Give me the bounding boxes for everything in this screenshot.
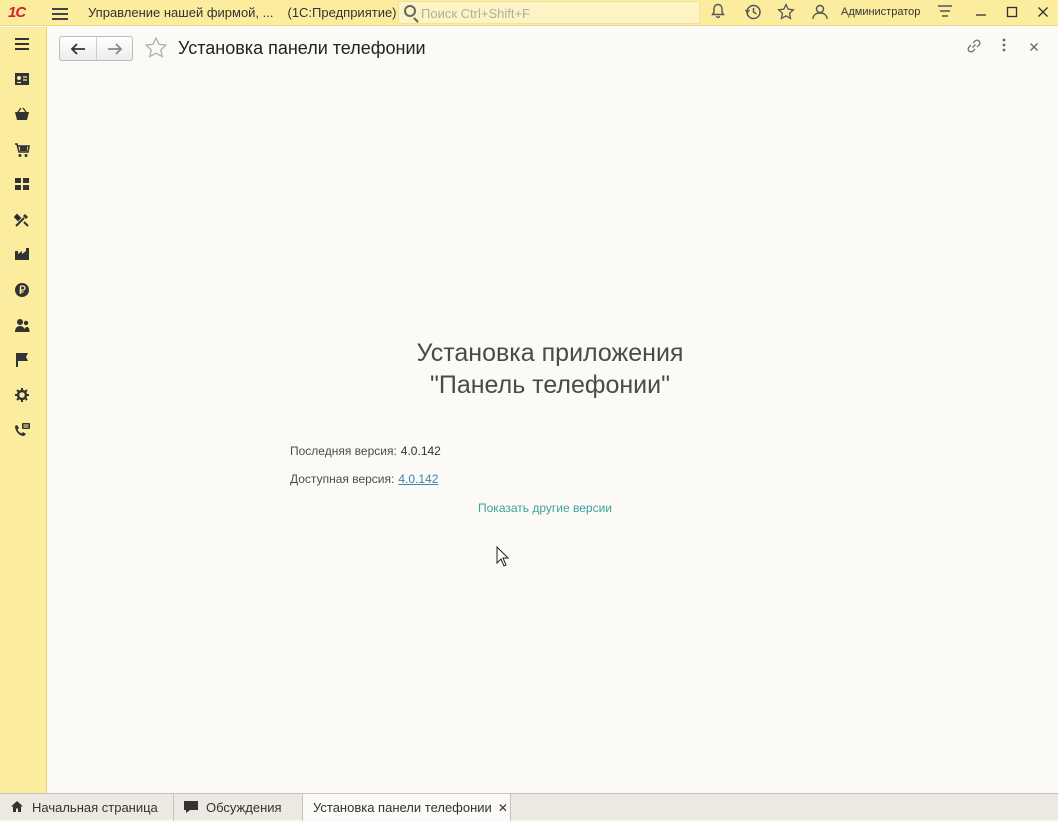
purchases-icon[interactable]	[12, 142, 32, 162]
chat-icon	[182, 794, 200, 821]
flag-icon[interactable]	[12, 352, 32, 372]
close-window-icon[interactable]	[1034, 3, 1052, 23]
tab-telephony-install[interactable]: Установка панели телефонии ✕	[303, 794, 511, 821]
search-icon	[404, 5, 416, 17]
heading-line-1: Установка приложения	[416, 339, 684, 367]
home-icon	[8, 794, 26, 821]
search-box[interactable]	[398, 1, 700, 24]
latest-version-label: Последняя версия:	[290, 444, 397, 458]
minimize-icon[interactable]	[972, 3, 990, 23]
mouse-cursor-icon	[496, 545, 510, 573]
settings-icon[interactable]	[12, 387, 32, 407]
latest-version-row: Последняя версия: 4.0.142	[290, 444, 441, 458]
staff-icon[interactable]	[12, 317, 32, 337]
app-platform-text: (1С:Предприятие)	[287, 5, 397, 20]
more-actions-icon[interactable]	[995, 38, 1013, 56]
tab-home[interactable]: Начальная страница	[0, 794, 174, 821]
app-logo: 1С	[8, 4, 26, 21]
crm-icon[interactable]	[12, 72, 32, 92]
settings-menu-icon[interactable]	[935, 3, 955, 23]
heading-line-2: "Панель телефонии"	[429, 371, 670, 399]
tab-discussions-label: Обсуждения	[206, 800, 282, 815]
history-icon[interactable]	[743, 3, 763, 23]
navigation-buttons	[59, 36, 133, 61]
user-icon[interactable]	[810, 3, 830, 23]
available-version-label: Доступная версия:	[290, 472, 395, 486]
available-version-row: Доступная версия: 4.0.142	[290, 472, 438, 486]
bell-icon[interactable]	[708, 3, 728, 23]
form-title: Установка панели телефонии	[178, 38, 426, 58]
tab-telephony-install-label: Установка панели телефонии	[313, 800, 492, 815]
production-icon[interactable]	[12, 212, 32, 232]
title-bar: 1С Управление нашей фирмой, ... (1С:Предп…	[0, 0, 1058, 26]
search-input[interactable]	[421, 4, 691, 22]
factory-icon[interactable]	[12, 247, 32, 267]
close-tab-icon[interactable]: ✕	[498, 801, 508, 815]
money-icon[interactable]	[12, 282, 32, 302]
app-title-text: Управление нашей фирмой, ...	[88, 5, 274, 20]
main-menu-icon[interactable]	[12, 37, 32, 57]
user-name[interactable]: Администратор	[841, 6, 920, 18]
latest-version-value: 4.0.142	[400, 444, 441, 458]
back-button[interactable]	[60, 37, 96, 60]
show-other-versions-link[interactable]: Показать другие версии	[478, 501, 612, 515]
sales-icon[interactable]	[12, 107, 32, 127]
add-to-favorites-icon[interactable]	[144, 36, 168, 60]
link-icon[interactable]	[965, 38, 983, 56]
install-heading: Установка приложения "Панель телефонии"	[350, 337, 750, 401]
hamburger-menu-icon[interactable]	[52, 5, 68, 21]
close-form-icon[interactable]	[1025, 38, 1043, 56]
tab-discussions[interactable]: Обсуждения	[174, 794, 303, 821]
warehouse-icon[interactable]	[12, 177, 32, 197]
favorites-star-icon[interactable]	[776, 2, 796, 23]
open-windows-bar: Начальная страница Обсуждения Установка …	[0, 793, 1058, 821]
sections-sidebar	[0, 27, 47, 793]
telephony-icon[interactable]	[12, 422, 32, 442]
available-version-link[interactable]: 4.0.142	[398, 472, 438, 486]
forward-button[interactable]	[97, 37, 133, 60]
tab-home-label: Начальная страница	[32, 800, 158, 815]
app-title: Управление нашей фирмой, ... (1С:Предприя…	[88, 5, 397, 20]
maximize-icon[interactable]	[1003, 3, 1021, 23]
